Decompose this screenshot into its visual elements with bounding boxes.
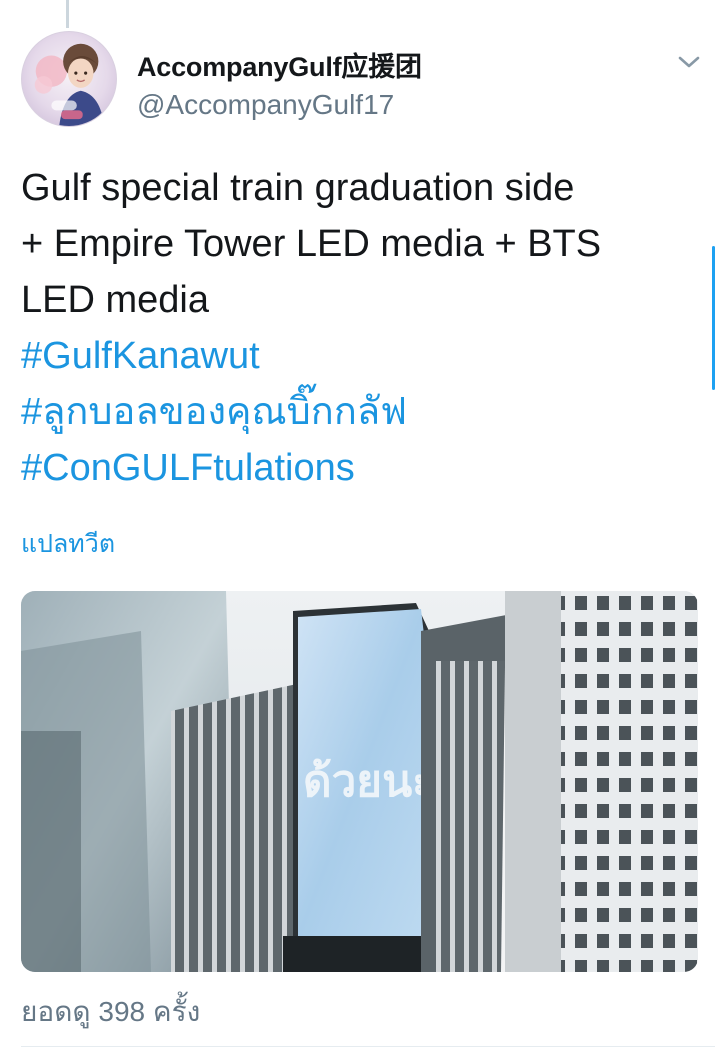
translate-tweet-link[interactable]: แปลทวีต: [21, 524, 115, 564]
hashtag-link[interactable]: #ลูกบอลของคุณบิ๊กกลัฟ: [21, 384, 701, 440]
view-count: ยอดดู 398 ครั้ง: [21, 996, 201, 1027]
tweet-detail-page: AccompanyGulf应援团 @AccompanyGulf17 Gulf s…: [0, 0, 715, 1055]
tweet-text: Gulf special train graduation side + Emp…: [21, 160, 701, 496]
thread-line: [66, 0, 69, 28]
tweet-media-image[interactable]: ด้วยนะ: [21, 591, 698, 972]
tweet-text-line: + Empire Tower LED media + BTS: [21, 223, 602, 265]
led-screen-text: ด้วยนะ: [303, 756, 436, 807]
avatar-image: [34, 43, 105, 126]
hashtag-link[interactable]: #ConGULFtulations: [21, 440, 701, 496]
divider: [21, 1046, 715, 1047]
display-name[interactable]: AccompanyGulf应援团: [137, 45, 422, 84]
tweet-text-line: Gulf special train graduation side: [21, 167, 575, 209]
chevron-down-icon[interactable]: [674, 50, 704, 74]
tweet-text-line: LED media: [21, 279, 209, 321]
user-handle[interactable]: @AccompanyGulf17: [137, 89, 394, 121]
avatar[interactable]: [21, 31, 117, 127]
hashtag-link[interactable]: #GulfKanawut: [21, 328, 701, 384]
